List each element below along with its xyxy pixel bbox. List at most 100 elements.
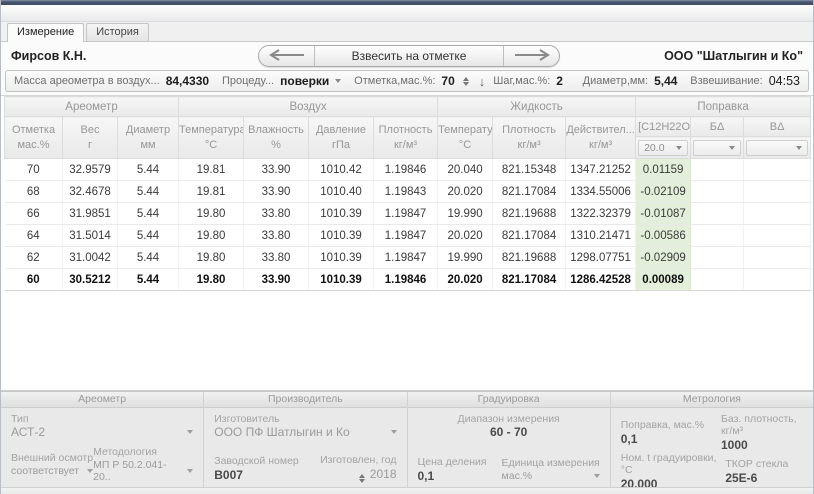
table-cell: 19.80 [179, 247, 244, 269]
measurement-table-area: Ареометр Воздух Жидкость Поправка Отметк… [1, 95, 813, 391]
spin-up-icon [359, 474, 365, 478]
table-cell: -0.01087 [636, 203, 691, 225]
step-label: Шаг,мас.%: [493, 75, 550, 87]
weigh-next-button[interactable] [504, 46, 559, 66]
table-cell: 821.19688 [493, 247, 566, 269]
tabbar: Измерение История [1, 22, 813, 41]
table-cell: 68 [5, 181, 63, 203]
table-cell: -0.02109 [636, 181, 691, 203]
titlebar [1, 5, 813, 22]
spin-down-icon [463, 82, 469, 86]
table-row[interactable]: 6631.98515.4419.8033.801010.391.1984719.… [5, 203, 811, 225]
table-cell: 821.17084 [493, 225, 566, 247]
section-graduation: Градуировка Диапазон измерения 60 - 70 Ц… [408, 392, 611, 487]
table-cell [691, 225, 744, 247]
sucrose-temp-dropdown[interactable]: 20.0 [636, 137, 691, 159]
nominal-t-label: Ном. t градуировки, °C [621, 452, 726, 476]
table-cell: 1334.55006 [566, 181, 636, 203]
base-density-label: Баз. плотность, кг/м³ [721, 413, 803, 437]
down-arrow-button[interactable]: ↓ [479, 75, 486, 88]
table-cell: 19.80 [179, 225, 244, 247]
section-graduation-title: Градуировка [408, 392, 610, 408]
table-cell: 821.15348 [493, 159, 566, 181]
inspection-select[interactable]: соответствует [11, 465, 93, 477]
tab-history[interactable]: История [86, 23, 149, 41]
table-row[interactable]: 6832.46785.4419.8133.901010.401.1984320.… [5, 181, 811, 203]
table-cell: 1310.21471 [566, 225, 636, 247]
weigh-at-mark-button[interactable]: Взвесить на отметке [314, 46, 504, 66]
mark-label: Отметка,мас.%: [354, 75, 435, 87]
chevron-down-icon [391, 430, 397, 434]
table-cell: 33.90 [244, 159, 309, 181]
chevron-down-icon [729, 146, 735, 150]
table-cell: 19.81 [179, 181, 244, 203]
section-hydrometer: Ареометр Тип АСТ-2 Внешний осмотр соотве… [1, 392, 204, 487]
table-cell: 32.4678 [63, 181, 118, 203]
table-cell: 1.19846 [374, 159, 438, 181]
spin-up-icon [463, 77, 469, 81]
col-air-temp: Температура°C [179, 117, 244, 159]
inspection-label: Внешний осмотр [11, 452, 93, 464]
table-row[interactable]: 7032.95795.4419.8133.901010.421.1984620.… [5, 159, 811, 181]
table-cell [744, 247, 811, 269]
table-cell: 19.80 [179, 203, 244, 225]
col-actual-density: Действител...кг/м³ [566, 117, 636, 159]
procedure-label: Процеду... [222, 75, 274, 87]
table-row[interactable]: 6431.50145.4419.8033.801010.391.1984720.… [5, 225, 811, 247]
table-cell: 1.19847 [374, 203, 438, 225]
tab-measurement[interactable]: Измерение [7, 23, 84, 42]
section-manufacturer-title: Производитель [204, 392, 406, 408]
diameter-value: 5,44 [654, 74, 677, 88]
table-cell: 19.990 [438, 203, 493, 225]
correction-label: Поправка, мас.% [621, 419, 704, 431]
chevron-down-icon [796, 146, 802, 150]
correction-value: 0,1 [621, 432, 704, 446]
step-value: 2 [556, 74, 563, 88]
serial-label: Заводской номер [214, 455, 299, 467]
table-cell [691, 203, 744, 225]
table-cell: 1.19846 [374, 269, 438, 291]
col-v-delta: ВΔ [744, 117, 811, 137]
group-hydrometer: Ареометр [5, 97, 179, 117]
table-row[interactable]: 6231.00425.4419.8033.801010.391.1984719.… [5, 247, 811, 269]
details-panel: Ареометр Тип АСТ-2 Внешний осмотр соотве… [1, 391, 813, 487]
col-b-delta: БΔ [691, 117, 744, 137]
methodology-select[interactable]: МП Р 50.2.041-20.. [93, 459, 193, 483]
maker-select[interactable]: ООО ПФ Шатлыгин и Ко [214, 425, 396, 439]
procedure-select[interactable]: поверки [280, 74, 329, 88]
status-strip [1, 487, 813, 494]
chevron-down-icon [187, 430, 193, 434]
type-select[interactable]: АСТ-2 [11, 425, 193, 439]
b-delta-dropdown[interactable] [691, 137, 744, 159]
table-cell: 1010.42 [309, 159, 374, 181]
section-hydrometer-title: Ареометр [1, 392, 203, 408]
mark-stepper[interactable] [463, 77, 469, 86]
table-cell: 5.44 [118, 159, 179, 181]
chevron-down-icon[interactable] [335, 79, 341, 83]
range-label: Диапазон измерения [418, 413, 600, 425]
base-density-value: 1000 [721, 438, 803, 452]
section-metrology: Метрология Поправка, мас.% 0,1 Баз. плот… [611, 392, 813, 487]
col-diameter: Диаметрмм [118, 117, 179, 159]
division-label: Цена деления [418, 456, 487, 468]
table-cell: 33.80 [244, 203, 309, 225]
unit-select[interactable]: мас.% [502, 470, 600, 482]
table-cell: 31.5014 [63, 225, 118, 247]
year-stepper[interactable]: 2018 [357, 467, 397, 483]
measurement-page: Фирсов К.Н. ООО "Шатлыгин и Ко" Взвесить… [1, 41, 813, 494]
table-cell: 5.44 [118, 203, 179, 225]
arrow-left-icon [268, 49, 306, 64]
mark-value[interactable]: 70 [441, 74, 454, 88]
col-liquid-density: Плотностькг/м³ [493, 117, 566, 159]
maker-label: Изготовитель [214, 413, 396, 425]
mass-value: 84,4330 [166, 74, 209, 88]
table-cell: 1010.39 [309, 203, 374, 225]
weigh-prev-button[interactable] [259, 46, 314, 66]
table-row[interactable]: 6030.52125.4419.8033.901010.391.1984620.… [5, 269, 811, 291]
measurement-table: Ареометр Воздух Жидкость Поправка Отметк… [4, 96, 811, 291]
chevron-down-icon [594, 474, 600, 478]
mass-label: Масса ареометра в воздух... [14, 75, 160, 87]
table-cell: 5.44 [118, 269, 179, 291]
v-delta-dropdown[interactable] [744, 137, 811, 159]
group-air: Воздух [179, 97, 438, 117]
